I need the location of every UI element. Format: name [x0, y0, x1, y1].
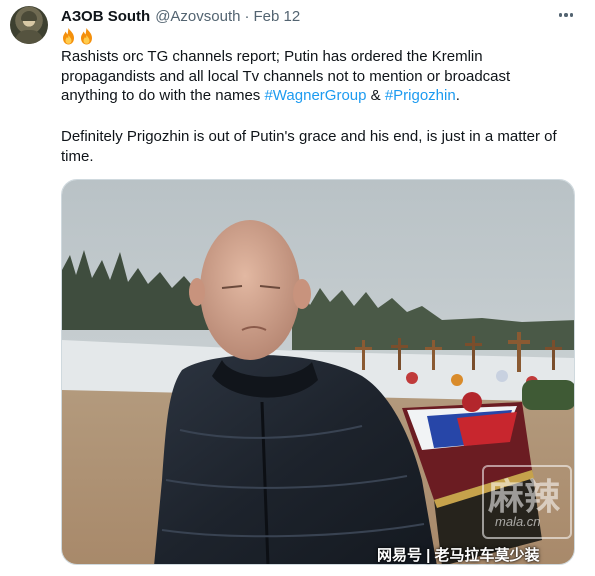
separator-dot: · — [244, 7, 250, 25]
display-name[interactable]: АЗОВ South — [61, 8, 150, 25]
tweet[interactable]: АЗОВ South @Azovsouth · Feb 12 Rashists … — [0, 0, 595, 576]
watermark-domain: mala.cn — [495, 514, 541, 529]
text-line: Definitely Prigozhin is out of Putin's g… — [61, 128, 557, 145]
text-fragment: anything to do with the names — [61, 87, 265, 105]
avatar[interactable] — [10, 6, 48, 44]
tweet-header: АЗОВ South @Azovsouth · Feb 12 — [61, 7, 300, 25]
user-handle[interactable]: @Azovsouth — [155, 8, 240, 25]
hashtag-prigozhin[interactable]: #Prigozhin — [385, 87, 456, 104]
text-line: propagandists and all local Tv channels … — [61, 67, 511, 85]
avatar-helmet — [21, 11, 37, 21]
tweet-text-paragraph-1: Rashists orc TG channels report; Putin h… — [61, 47, 576, 106]
watermark-logo: 麻辣 — [488, 476, 561, 518]
avatar-body — [15, 30, 43, 44]
text-line: time. — [61, 147, 94, 165]
fire-icon — [63, 28, 74, 45]
tweet-text-paragraph-2: Definitely Prigozhin is out of Putin's g… — [61, 127, 576, 166]
text-fragment: . — [455, 87, 460, 105]
hashtag-wagnergroup[interactable]: #WagnerGroup — [264, 87, 366, 104]
text-line: Rashists orc TG channels report; Putin h… — [61, 48, 483, 65]
tweet-date[interactable]: Feb 12 — [253, 8, 300, 25]
text-line: anything to do with the names #WagnerGro… — [61, 86, 576, 106]
emoji-row — [61, 27, 94, 45]
text-fragment: & — [366, 87, 385, 105]
watermark-credit: 网易号 | 老马拉车莫少装 — [377, 547, 540, 564]
fire-icon — [81, 28, 92, 45]
more-options-icon[interactable] — [556, 6, 576, 24]
